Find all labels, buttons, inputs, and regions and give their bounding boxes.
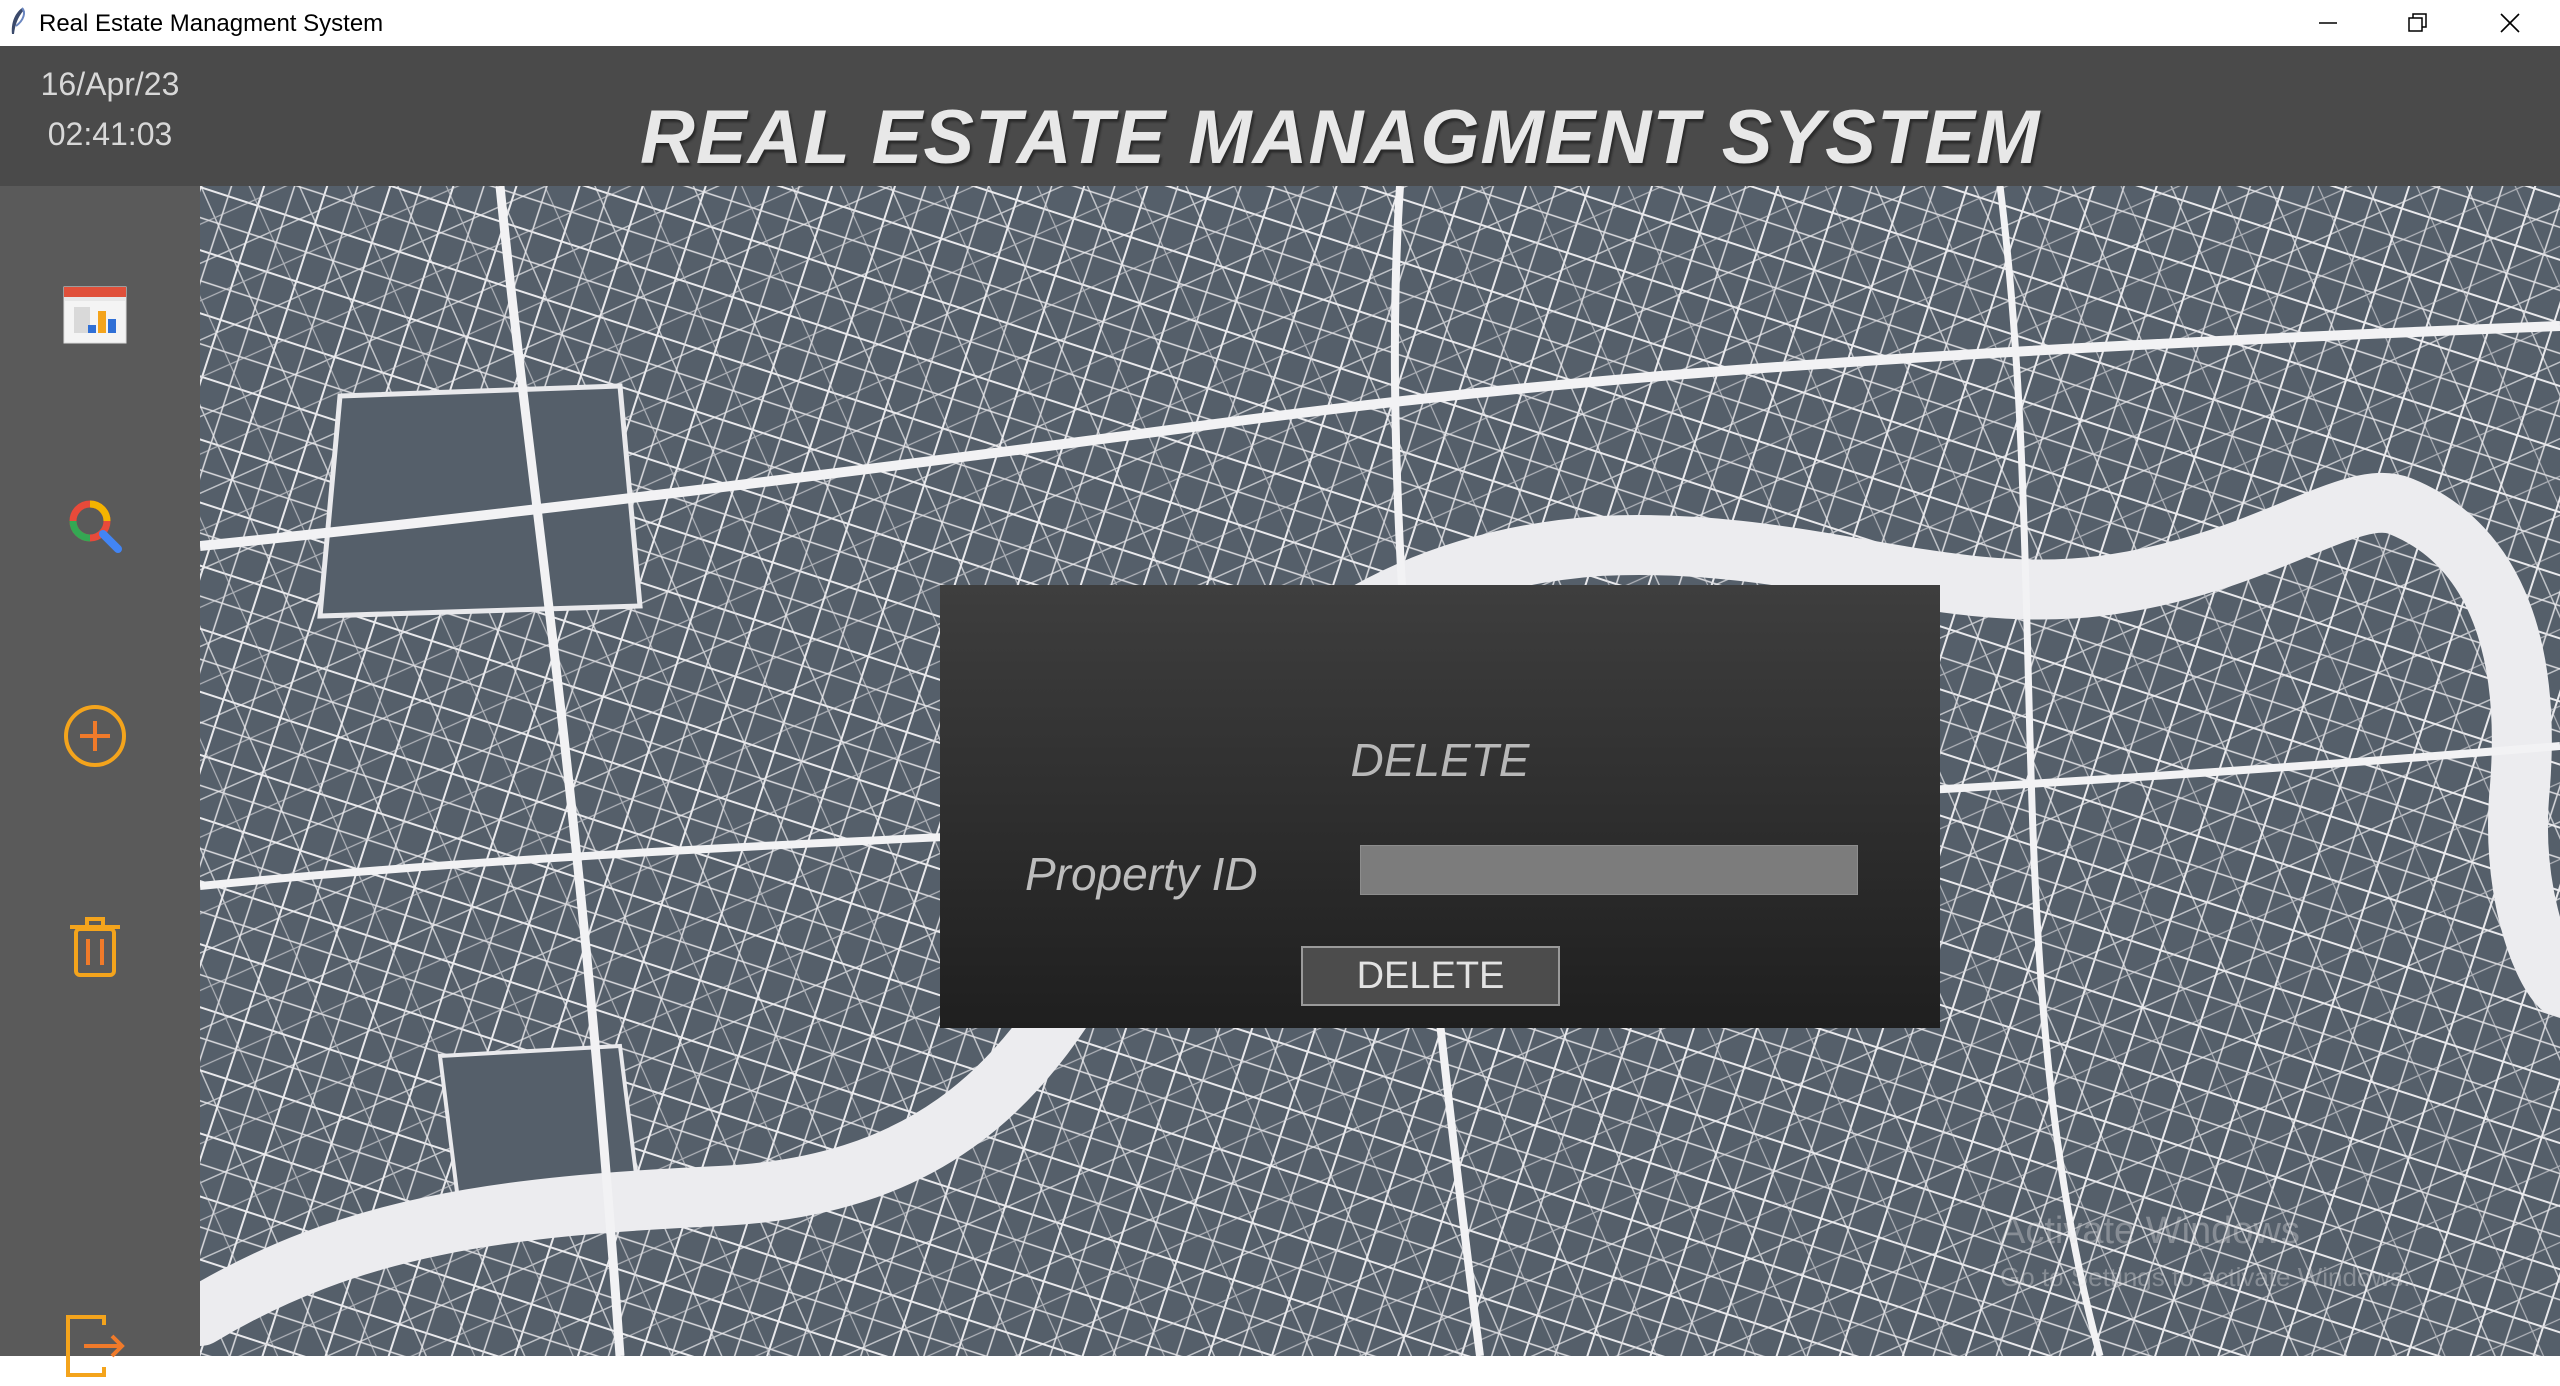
minimize-icon [2319,22,2337,24]
feather-app-icon [11,7,25,34]
window-title: Real Estate Managment System [39,10,384,37]
clock-time: 02:41:03 [47,116,173,152]
activation-watermark-title: Activate Windows [2000,1210,2300,1252]
property-id-label: Property ID [1025,848,1258,900]
sidebar-item-logout[interactable] [55,1306,135,1386]
app-title: REAL ESTATE MANAGMENT SYSTEM [640,95,2041,180]
logout-icon [66,1315,125,1377]
plus-circle-icon [64,705,126,767]
trash-icon [70,917,120,977]
restore-button[interactable] [2372,0,2464,46]
minimize-button[interactable] [2282,0,2374,46]
sidebar-item-search[interactable] [55,486,135,566]
activation-watermark-subtitle: Go to Settings to activate Windows. [2000,1262,2411,1292]
window-titlebar: Real Estate Managment System [0,0,2560,47]
sidebar-item-delete[interactable] [55,906,135,986]
app-header: 16/Apr/23 02:41:03 REAL ESTATE MANAGMENT… [0,46,2560,186]
property-id-input[interactable] [1360,845,1858,895]
chart-report-icon [63,286,127,344]
sidebar-item-report[interactable] [55,276,135,356]
delete-button[interactable]: DELETE [1301,946,1560,1006]
search-icon [69,500,122,553]
sidebar [0,186,200,1377]
close-button[interactable] [2464,0,2556,46]
restore-icon [2408,13,2427,32]
dialog-heading: DELETE [1350,734,1530,786]
clock: 16/Apr/23 02:41:03 [0,46,200,186]
clock-date: 16/Apr/23 [40,66,180,102]
close-icon [2500,13,2520,33]
delete-dialog: DELETE Property ID DELETE [940,585,1940,1028]
sidebar-item-add[interactable] [55,696,135,776]
